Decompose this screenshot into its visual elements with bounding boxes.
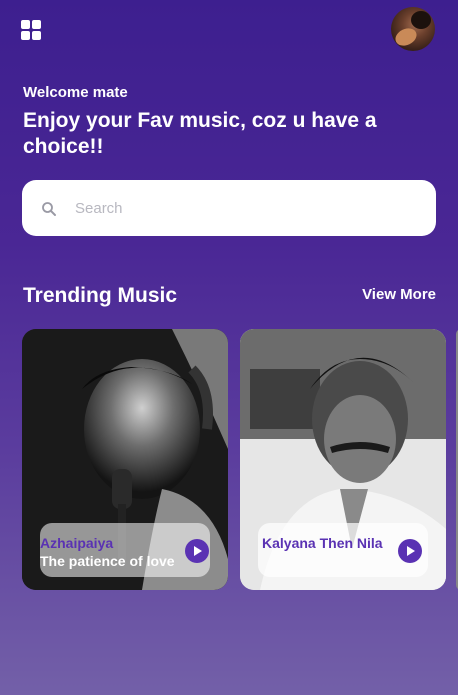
grid-menu-icon[interactable] [21, 20, 41, 40]
play-icon [407, 546, 415, 556]
music-card[interactable]: Azhaipaiya The patience of love [22, 329, 228, 590]
music-card[interactable]: Kalyana Then Nila [240, 329, 446, 590]
search-input[interactable] [75, 180, 415, 236]
avatar[interactable] [391, 7, 435, 51]
song-title: Kalyana Then Nila [262, 535, 383, 551]
welcome-text: Welcome mate [23, 84, 128, 101]
view-more-link[interactable]: View More [362, 286, 436, 303]
play-icon [194, 546, 202, 556]
play-button[interactable] [185, 539, 209, 563]
song-title: Azhaipaiya [40, 535, 114, 551]
song-subtitle: The patience of love [40, 553, 175, 569]
search-bar[interactable] [22, 180, 436, 236]
section-title-trending: Trending Music [23, 284, 178, 307]
page-headline: Enjoy your Fav music, coz u have a choic… [23, 109, 377, 158]
search-icon [42, 202, 56, 216]
play-button[interactable] [398, 539, 422, 563]
